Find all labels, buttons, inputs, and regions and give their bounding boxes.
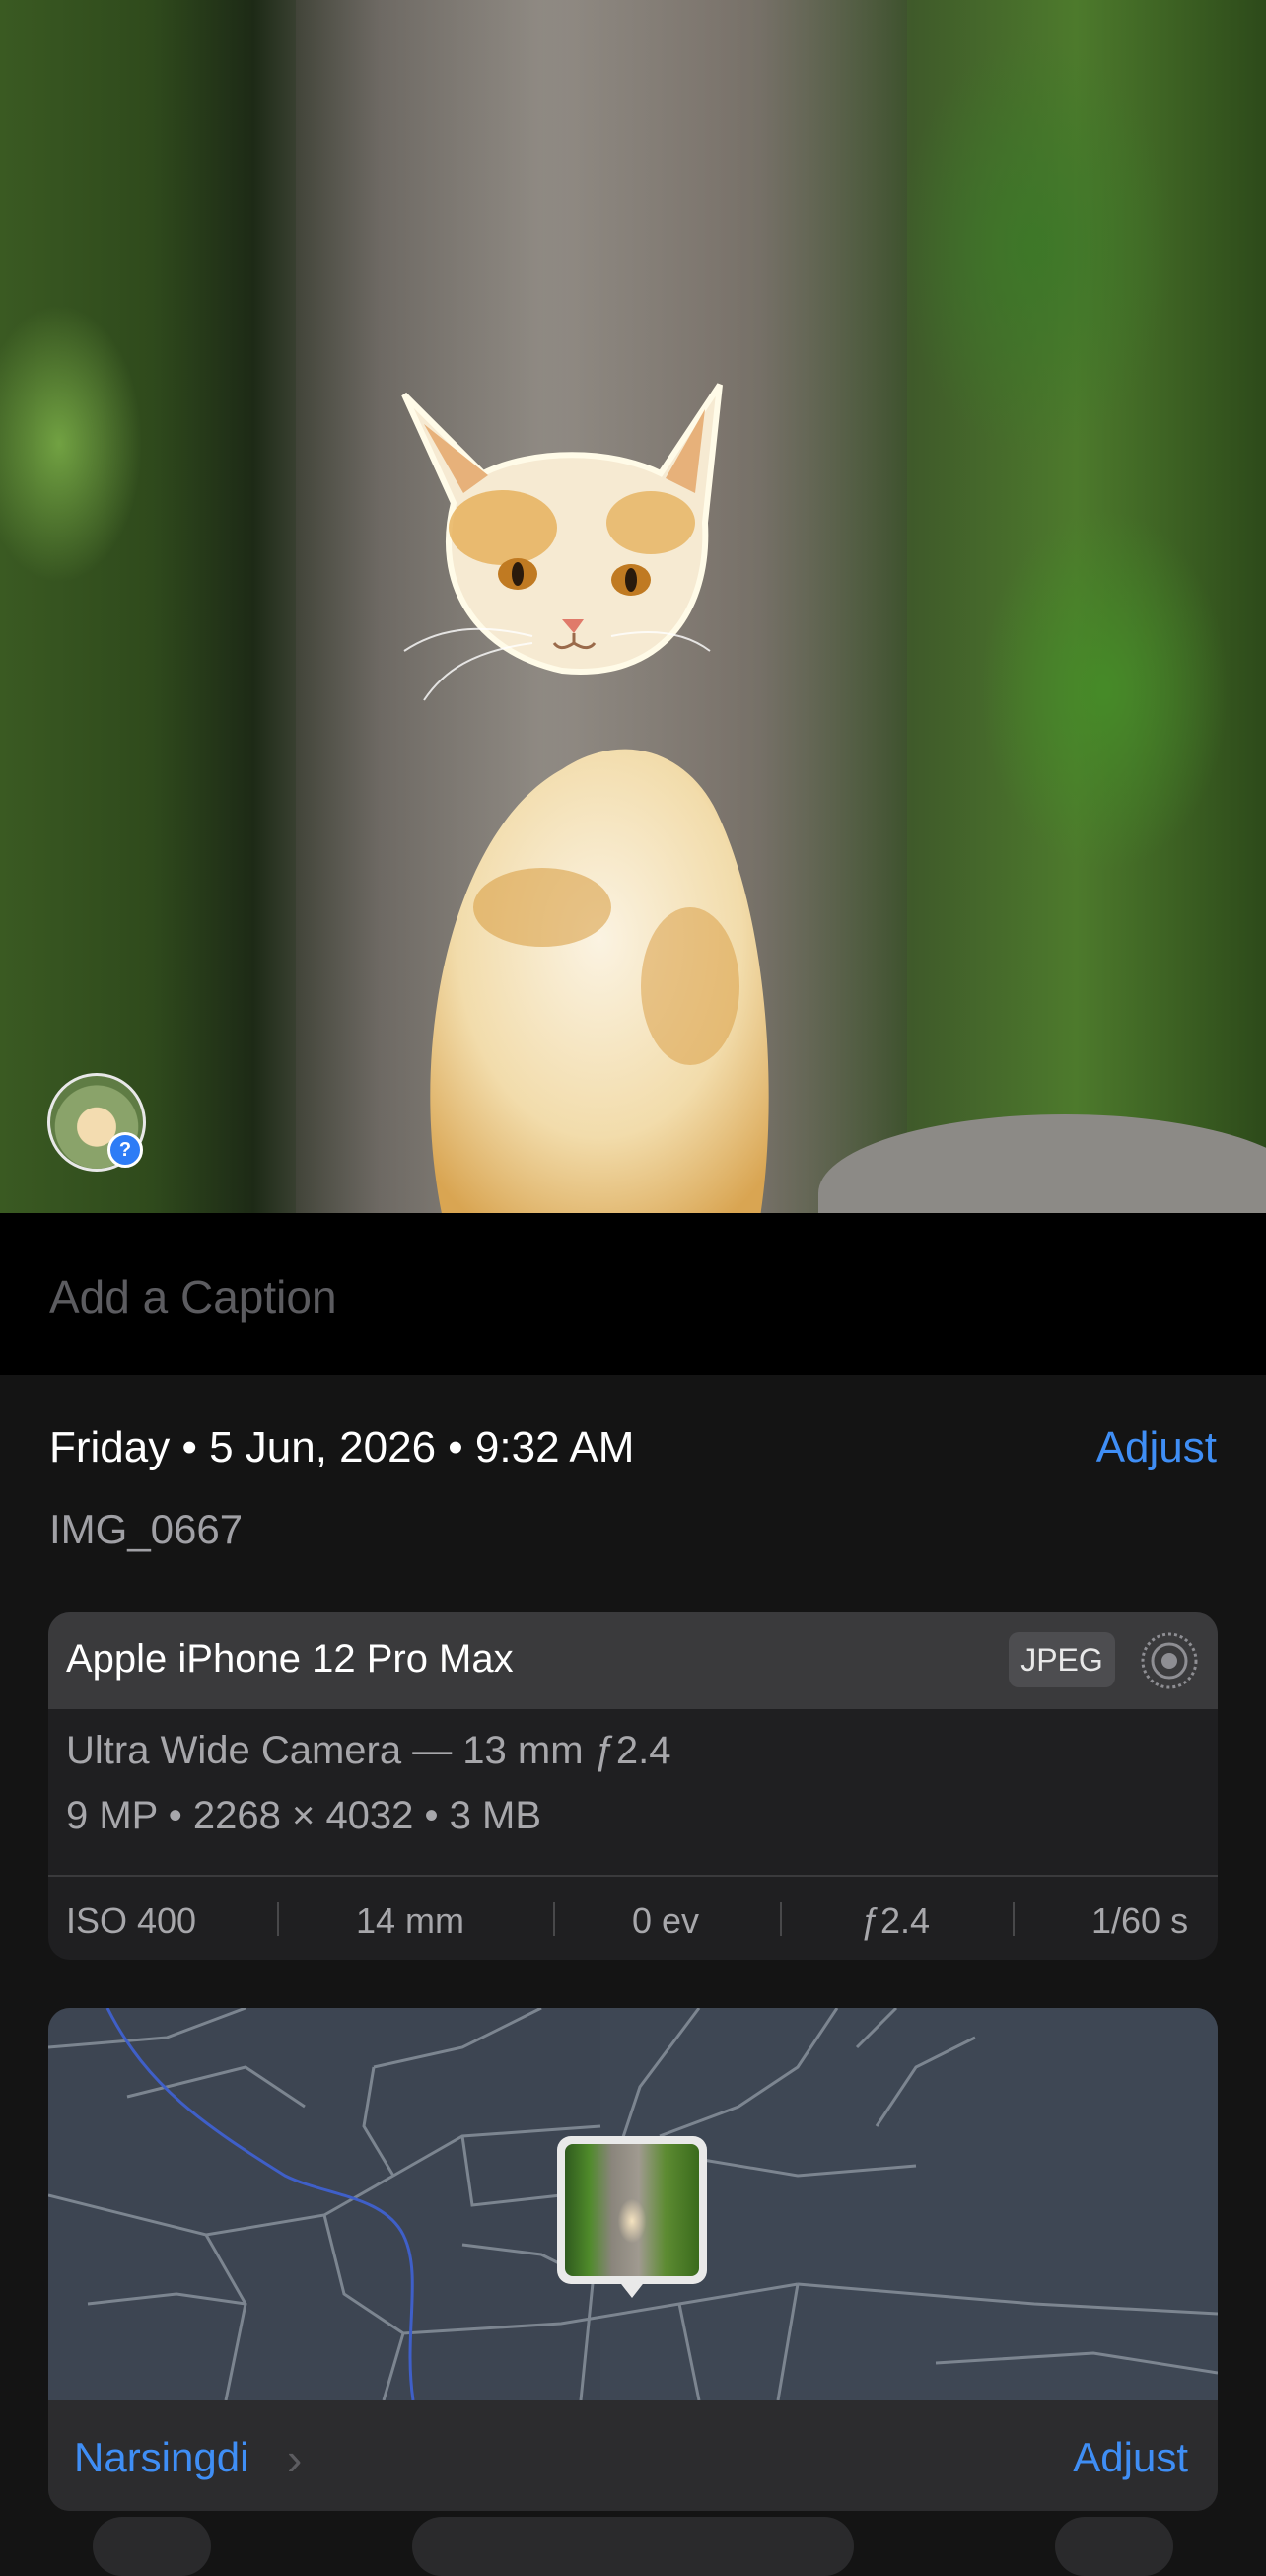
file-name: IMG_0667 <box>49 1506 244 1552</box>
location-card: Narsingdi › Adjust <box>48 2008 1218 2511</box>
photo-view[interactable]: ? <box>0 0 1266 1213</box>
chevron-right-icon: › <box>287 2433 303 2484</box>
device-name: Apple iPhone 12 Pro Max <box>66 1637 514 1681</box>
exif-exposure: 0 ev <box>632 1900 700 1941</box>
capture-date: Friday • 5 Jun, 2026 • 9:32 AM <box>49 1423 635 1471</box>
format-badge: JPEG <box>1009 1632 1115 1687</box>
lens-info: Ultra Wide Camera — 13 mm ƒ2.4 <box>66 1729 671 1772</box>
toolbar-share-button[interactable] <box>93 2517 211 2576</box>
exif-iso: ISO 400 <box>66 1900 197 1941</box>
divider <box>277 1902 279 1936</box>
divider <box>1013 1902 1015 1936</box>
divider <box>553 1902 555 1936</box>
pin-pointer <box>618 2280 646 2298</box>
cat-subject <box>401 383 769 1213</box>
divider <box>780 1902 782 1936</box>
exif-row: ISO 400 14 mm 0 ev ƒ2.4 1/60 s <box>48 1877 1218 1960</box>
exif-shutter: 1/60 s <box>1091 1900 1189 1941</box>
adjust-date-button[interactable]: Adjust <box>1096 1423 1217 1472</box>
toolbar-delete-button[interactable] <box>1055 2517 1173 2576</box>
question-mark-icon: ? <box>107 1132 143 1168</box>
image-specs: 9 MP • 2268 × 4032 • 3 MB <box>66 1794 542 1837</box>
camera-info-card: Apple iPhone 12 Pro Max JPEG Ultra Wide … <box>48 1612 1218 1960</box>
location-name-link[interactable]: Narsingdi <box>74 2434 248 2481</box>
toolbar-center-controls[interactable] <box>412 2517 854 2576</box>
photo-location-pin[interactable] <box>557 2136 707 2298</box>
location-footer: Narsingdi › Adjust <box>48 2400 1218 2511</box>
photo-thumbnail <box>565 2144 699 2276</box>
caption-field[interactable]: Add a Caption <box>0 1213 1266 1375</box>
exif-aperture: ƒ2.4 <box>861 1900 931 1941</box>
adjust-location-button[interactable]: Adjust <box>1073 2434 1188 2481</box>
live-photo-icon[interactable] <box>1139 1630 1200 1691</box>
caption-placeholder: Add a Caption <box>49 1271 337 1323</box>
exif-focal-length: 14 mm <box>356 1900 465 1941</box>
camera-info-header: Apple iPhone 12 Pro Max JPEG <box>48 1612 1218 1709</box>
